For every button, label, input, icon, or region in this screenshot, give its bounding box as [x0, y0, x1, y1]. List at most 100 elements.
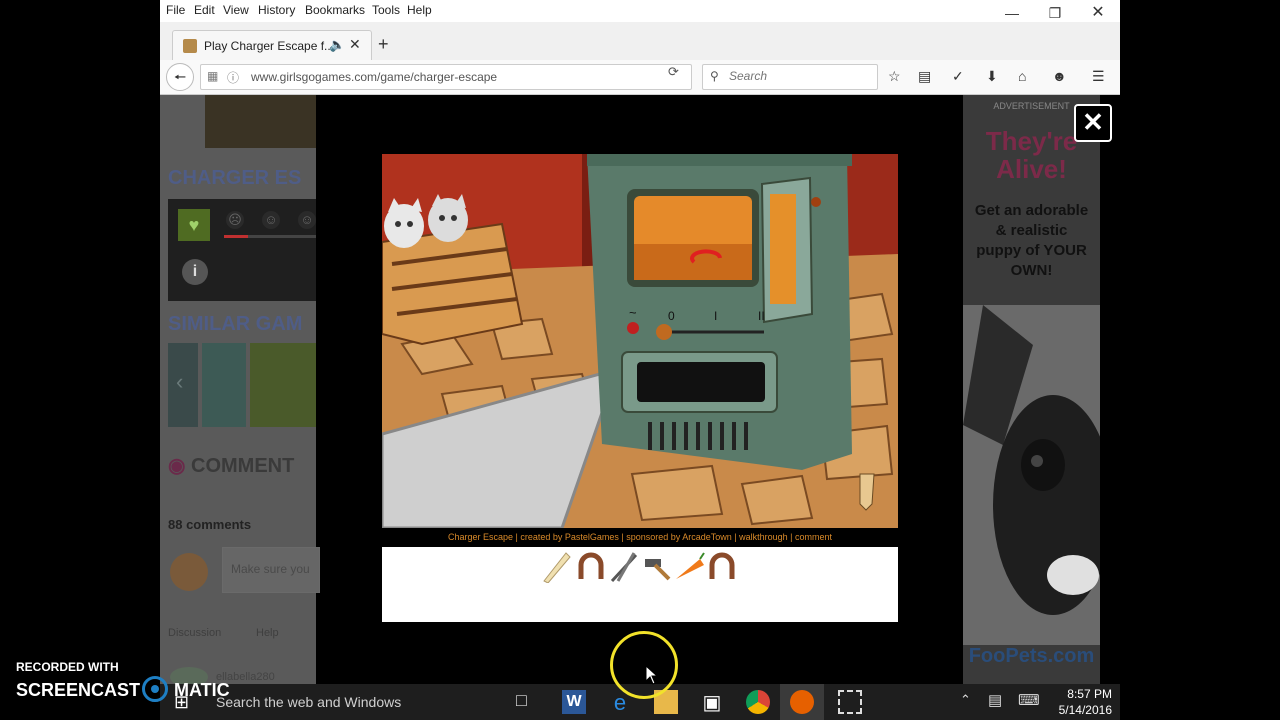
game-scene: ~ 0 I II — [382, 154, 898, 528]
rating-bar — [224, 235, 316, 238]
tab-help[interactable]: Help — [256, 627, 279, 639]
rating-face-icon[interactable]: ☺ — [298, 211, 316, 229]
tab-discussion[interactable]: Discussion — [168, 627, 221, 639]
watermark-line2a: SCREENCAST — [16, 680, 141, 700]
address-bar[interactable]: ▦ ⓘ www.girlsgogames.com/game/charger-es… — [200, 64, 692, 90]
tab-close-icon[interactable]: ✕ — [349, 36, 361, 53]
menu-history[interactable]: History — [258, 3, 295, 17]
firefox-icon[interactable] — [790, 690, 814, 714]
hammer-icon[interactable] — [641, 551, 673, 583]
search-box[interactable]: ⚲ — [702, 64, 878, 90]
game-thumbnail[interactable] — [205, 95, 316, 148]
speaker-icon[interactable]: 🔈 — [329, 37, 345, 53]
site-info-icon[interactable]: ⓘ — [227, 69, 239, 86]
chevron-left-icon: ‹ — [176, 369, 184, 394]
advertisement[interactable]: ADVERTISEMENT They're Alive! Get an ador… — [963, 95, 1100, 684]
reload-icon[interactable]: ⟳ — [668, 64, 679, 80]
reading-list-icon[interactable]: ▤ — [918, 68, 931, 85]
avatar — [170, 553, 208, 591]
tab-charger-escape[interactable]: Play Charger Escape f... 🔈 ✕ — [172, 30, 372, 61]
desktop-left — [0, 0, 160, 720]
horseshoe-icon[interactable] — [575, 551, 607, 583]
hamburger-menu-icon[interactable]: ☰ — [1092, 68, 1105, 85]
pliers-icon[interactable] — [608, 551, 640, 583]
back-button[interactable]: 🠔 — [166, 63, 194, 91]
game-canvas[interactable]: ~ 0 I II — [382, 154, 898, 528]
info-icon[interactable]: i — [182, 259, 208, 285]
mouse-cursor-icon — [645, 665, 659, 685]
comments-title-text: COMMENT — [191, 455, 295, 477]
dial-label: II — [758, 309, 765, 323]
notification-icon[interactable]: ▤ — [988, 691, 1002, 709]
dial-label: 0 — [668, 309, 675, 323]
menu-bar: File Edit View History Bookmarks Tools H… — [160, 0, 1120, 22]
carrot-icon[interactable] — [674, 551, 706, 583]
comment-placeholder: Make sure you — [231, 562, 310, 576]
word-icon[interactable]: W — [562, 690, 586, 714]
clock-date: 5/14/2016 — [1058, 703, 1112, 717]
rating-box: ♥ ☹ ☺ ☺ i — [168, 199, 316, 301]
carousel-prev-button[interactable]: ‹ — [168, 343, 198, 427]
task-view-icon[interactable]: □ — [516, 690, 540, 714]
horseshoe-icon[interactable] — [706, 551, 738, 583]
rating-face-icon[interactable]: ☹ — [226, 211, 244, 229]
similar-games-title: SIMILAR GAM — [168, 313, 303, 335]
chrome-icon[interactable] — [746, 690, 770, 714]
menu-help[interactable]: Help — [407, 3, 432, 17]
download-icon[interactable]: ⬇ — [986, 68, 998, 85]
pocket-icon[interactable]: ✓ — [952, 68, 964, 85]
comments-title: ◉ COMMENT — [168, 453, 294, 478]
new-tab-icon[interactable]: + — [378, 34, 389, 55]
search-input[interactable] — [727, 68, 871, 84]
snipping-tool-icon[interactable] — [838, 690, 862, 714]
chat-icon[interactable]: ☻ — [1052, 68, 1067, 84]
dial-label: ~ — [629, 305, 637, 320]
library-icon[interactable]: ▦ — [207, 69, 218, 83]
inventory-bar — [382, 547, 898, 622]
menu-view[interactable]: View — [223, 3, 249, 17]
url-text: www.girlsgogames.com/game/charger-escape — [251, 70, 498, 84]
clock-time: 8:57 PM — [1067, 687, 1112, 701]
game-credits[interactable]: Charger Escape | created by PastelGames … — [382, 532, 898, 542]
dial-label: I — [714, 309, 717, 323]
rating-face-icon[interactable]: ☺ — [262, 211, 280, 229]
bookmark-star-icon[interactable]: ☆ — [888, 68, 901, 85]
similar-game-thumb[interactable] — [202, 343, 246, 427]
page-viewport: CHARGER ES ♥ ☹ ☺ ☺ i SIMILAR GAM ‹ ◉ COM… — [160, 95, 1120, 684]
tray-chevron-icon[interactable]: ⌃ — [960, 692, 971, 708]
keyboard-icon[interactable]: ⌨ — [1018, 691, 1040, 709]
puppy-image — [963, 305, 1100, 645]
favorite-heart-icon[interactable]: ♥ — [178, 209, 210, 241]
plank-icon[interactable] — [540, 551, 572, 583]
home-icon[interactable]: ⌂ — [1018, 68, 1026, 84]
ad-headline-line2: Alive! — [996, 154, 1067, 184]
watermark-line1: RECORDED WITH — [16, 660, 119, 674]
desktop-right — [1120, 0, 1280, 720]
search-icon: ⚲ — [710, 69, 719, 83]
comment-bubble-icon: ◉ — [168, 455, 186, 477]
taskbar-search[interactable]: Search the web and Windows — [216, 684, 401, 720]
ad-body: Get an adorable & realistic puppy of YOU… — [974, 202, 1089, 279]
comment-count: 88 comments — [168, 517, 252, 532]
menu-tools[interactable]: Tools — [372, 3, 400, 17]
screencast-logo-icon — [142, 676, 168, 702]
tab-strip: Play Charger Escape f... 🔈 ✕ + — [160, 22, 1120, 61]
nav-bar: 🠔 ▦ ⓘ www.girlsgogames.com/game/charger-… — [160, 60, 1120, 95]
game-title: CHARGER ES — [168, 167, 302, 189]
page-sidebar-dimmed: CHARGER ES ♥ ☹ ☺ ☺ i SIMILAR GAM ‹ ◉ COM… — [160, 95, 320, 684]
menu-file[interactable]: File — [166, 3, 185, 17]
favicon-icon — [183, 39, 197, 53]
menu-bookmarks[interactable]: Bookmarks — [305, 3, 365, 17]
tab-title: Play Charger Escape f... — [204, 39, 335, 53]
firefox-window: File Edit View History Bookmarks Tools H… — [160, 0, 1120, 684]
similar-game-thumb[interactable] — [250, 343, 316, 427]
ad-brand: FooPets.com — [968, 645, 1095, 667]
comment-input[interactable]: Make sure you — [222, 547, 320, 593]
rating-bar-red — [224, 235, 248, 238]
watermark-line2b: MATIC — [174, 680, 230, 700]
taskbar-clock[interactable]: 8:57 PM 5/14/2016 — [1052, 686, 1112, 718]
menu-edit[interactable]: Edit — [194, 3, 215, 17]
cursor-highlight — [610, 631, 678, 699]
close-overlay-button[interactable]: ✕ — [1074, 104, 1112, 142]
store-icon[interactable]: ▣ — [700, 690, 724, 714]
